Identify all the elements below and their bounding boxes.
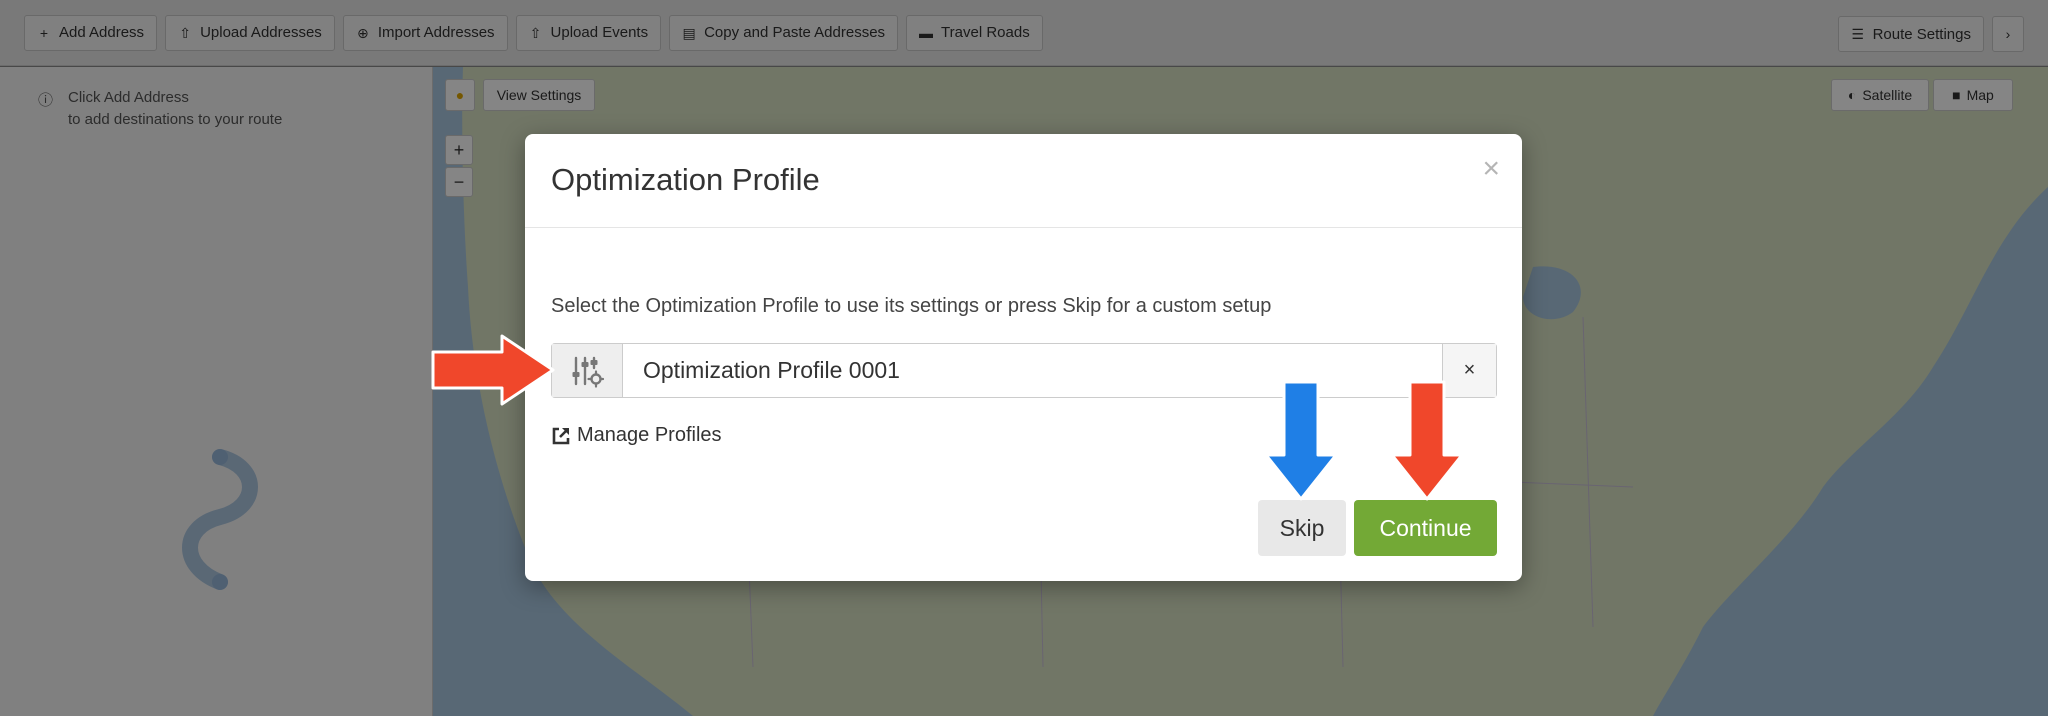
external-link-icon	[552, 427, 570, 444]
close-icon[interactable]: ×	[1482, 154, 1500, 184]
sliders-gear-icon	[572, 356, 604, 388]
manage-profiles-link[interactable]: Manage Profiles	[551, 424, 722, 447]
profile-select-group: ×	[551, 343, 1497, 398]
annotation-arrow-right-icon	[431, 334, 555, 406]
optimization-profile-modal: Optimization Profile × Select the Optimi…	[525, 134, 1522, 581]
annotation-arrow-down-red-icon	[1390, 380, 1464, 501]
skip-button[interactable]: Skip	[1258, 500, 1346, 556]
modal-header: Optimization Profile ×	[525, 134, 1522, 228]
annotation-arrow-down-blue-icon	[1264, 380, 1338, 501]
modal-description: Select the Optimization Profile to use i…	[551, 295, 1272, 317]
manage-profiles-label: Manage Profiles	[577, 424, 722, 446]
modal-title: Optimization Profile	[551, 162, 820, 197]
profile-select-addon	[552, 344, 623, 397]
continue-button[interactable]: Continue	[1354, 500, 1497, 556]
